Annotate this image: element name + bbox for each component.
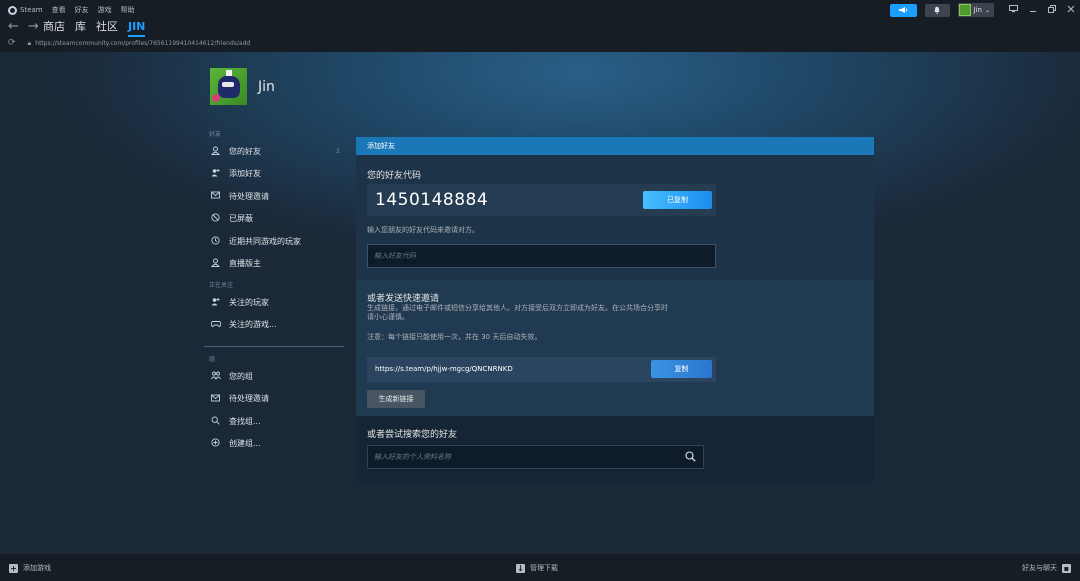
gamepad-icon (210, 320, 221, 330)
friend-code-title: 您的好友代码 (367, 171, 422, 181)
main-content: Jin 好友 您的好友 2 添加好友 待处理邀请 已屏蔽 近期共同游戏的玩家 直… (0, 52, 1080, 553)
title-bar-controls: Jin ⌄ (889, 0, 1080, 20)
sidebar-item-add-friend[interactable]: 添加好友 (204, 163, 344, 186)
user-avatar-small (958, 4, 971, 16)
sidebar-item-find-groups[interactable]: 查找组... (204, 410, 344, 433)
restore-icon[interactable] (1042, 4, 1061, 16)
download-icon: ↓ (516, 563, 525, 573)
friend-code-box: 1450148884 已复制 (367, 184, 716, 216)
search-friends-section: 或者尝试搜索您的好友 输入好友的个人资料名称 (356, 416, 874, 482)
forward-arrow-icon[interactable]: → (28, 20, 39, 33)
announcement-icon (899, 7, 908, 13)
generate-link-button[interactable]: 生成新链接 (367, 390, 425, 408)
page-url[interactable]: https://steamcommunity.com/profiles/7656… (35, 40, 250, 47)
sidebar-divider (204, 346, 344, 347)
friends-chat-button[interactable]: 好友与聊天 ▪ (1022, 563, 1071, 573)
friend-code-input[interactable]: 输入好友代码 (367, 244, 716, 268)
menu-view[interactable]: 查看 (52, 5, 66, 15)
invite-link-value[interactable]: https://s.team/p/hjjw-mgcg/QNCNRNKD (375, 365, 513, 373)
quick-invite-desc-line2: 请小心谨慎。 (367, 313, 409, 321)
panel-header: 添加好友 (356, 137, 874, 155)
group-icon (210, 371, 221, 382)
chevron-down-icon: ⌄ (984, 6, 990, 14)
navigation-bar: ← → 商店 库 社区 JIN ⟳ 🔒︎ https://steamcommun… (0, 20, 1080, 52)
plus-icon: + (9, 563, 18, 573)
invite-link-box: https://s.team/p/hjjw-mgcg/QNCNRNKD 复制 (367, 357, 716, 382)
title-bar: Steam 查看 好友 游戏 帮助 Jin ⌄ (0, 0, 1080, 20)
sidebar-item-your-groups[interactable]: 您的组 (204, 365, 344, 388)
menu-help[interactable]: 帮助 (121, 5, 135, 15)
profile-header: Jin (210, 68, 275, 105)
close-icon[interactable] (1061, 5, 1080, 16)
sidebar-item-blocked[interactable]: 已屏蔽 (204, 208, 344, 231)
sidebar-item-your-friends[interactable]: 您的好友 2 (204, 140, 344, 163)
notifications-button[interactable] (924, 3, 950, 17)
friend-code-section: 您的好友代码 1450148884 已复制 输入您朋友的好友代码来邀请对方。 输… (356, 155, 874, 280)
announcement-button[interactable] (889, 3, 917, 17)
friend-code-hint: 输入您朋友的好友代码来邀请对方。 (367, 226, 479, 234)
lock-icon: 🔒︎ (27, 38, 32, 47)
sidebar-item-followed-players[interactable]: 关注的玩家 (204, 291, 344, 314)
friends-count: 2 (336, 147, 340, 155)
search-icon (210, 416, 221, 427)
monitor-icon[interactable] (1004, 4, 1023, 16)
chat-icon: ▪ (1062, 563, 1071, 573)
add-game-button[interactable]: + 添加游戏 (9, 563, 51, 573)
menu-friends[interactable]: 好友 (75, 5, 89, 15)
bell-icon (934, 6, 941, 14)
nav-community[interactable]: 社区 (96, 20, 118, 37)
quick-invite-note: 注意：每个链接只能使用一次，并在 30 天后自动失效。 (367, 333, 542, 341)
add-friend-panel: 添加好友 您的好友代码 1450148884 已复制 输入您朋友的好友代码来邀请… (356, 137, 874, 482)
menu-bar: Steam 查看 好友 游戏 帮助 (0, 5, 144, 15)
friends-sidebar: 好友 您的好友 2 添加好友 待处理邀请 已屏蔽 近期共同游戏的玩家 直播版主 … (204, 130, 344, 455)
profile-name[interactable]: Jin (258, 79, 275, 95)
reload-icon[interactable]: ⟳ (8, 38, 16, 48)
copied-button[interactable]: 已复制 (643, 191, 712, 209)
envelope-icon (210, 191, 221, 201)
nav-links: 商店 库 社区 JIN (43, 20, 155, 37)
quick-invite-desc-line1: 生成链接，通过电子邮件或短信分享给其他人。对方接受后双方立即成为好友。在公共场合… (367, 304, 668, 312)
menu-games[interactable]: 游戏 (98, 5, 112, 15)
bottom-bar: + 添加游戏 ↓ 管理下载 好友与聊天 ▪ (0, 553, 1080, 581)
url-row: ⟳ 🔒︎ https://steamcommunity.com/profiles… (8, 38, 250, 48)
back-arrow-icon[interactable]: ← (8, 20, 19, 33)
sidebar-item-group-invites[interactable]: 待处理邀请 (204, 388, 344, 411)
sidebar-item-create-group[interactable]: 创建组... (204, 433, 344, 456)
minimize-icon[interactable] (1023, 5, 1042, 16)
user-name: Jin (973, 6, 982, 14)
add-person-icon (210, 297, 221, 308)
quick-invite-section: 或者发送快速邀请 生成链接，通过电子邮件或短信分享给其他人。对方接受后双方立即成… (356, 280, 874, 416)
sidebar-header-groups: 组 (209, 356, 216, 363)
sidebar-header-following: 正在关注 (209, 282, 234, 289)
nav-library[interactable]: 库 (75, 20, 86, 37)
person-icon (210, 146, 221, 157)
manage-downloads-button[interactable]: ↓ 管理下载 (516, 563, 558, 573)
copy-link-button[interactable]: 复制 (651, 360, 712, 378)
avatar[interactable] (210, 68, 247, 105)
search-friends-title: 或者尝试搜索您的好友 (367, 430, 458, 440)
sidebar-header-friends: 好友 (209, 131, 222, 138)
sidebar-item-broadcast-moderators[interactable]: 直播版主 (204, 253, 344, 276)
blocked-icon (210, 213, 221, 224)
envelope-icon (210, 394, 221, 404)
menu-steam[interactable]: Steam (8, 5, 43, 15)
steam-logo-icon (8, 5, 17, 15)
nav-arrows: ← → (8, 20, 48, 33)
sidebar-item-followed-games[interactable]: 关注的游戏... (204, 314, 344, 337)
nav-store[interactable]: 商店 (43, 20, 65, 37)
search-friends-input[interactable]: 输入好友的个人资料名称 (367, 445, 704, 469)
clock-icon (210, 236, 221, 247)
sidebar-item-recently-played-with[interactable]: 近期共同游戏的玩家 (204, 230, 344, 253)
add-person-icon (210, 168, 221, 179)
search-icon[interactable] (685, 451, 696, 462)
quick-invite-title: 或者发送快速邀请 (367, 294, 440, 304)
nav-profile[interactable]: JIN (128, 20, 146, 37)
plus-circle-icon (210, 438, 221, 449)
person-icon (210, 258, 221, 269)
friend-code-value[interactable]: 1450148884 (375, 190, 488, 210)
sidebar-item-pending-invites[interactable]: 待处理邀请 (204, 185, 344, 208)
user-menu-button[interactable]: Jin ⌄ (957, 3, 994, 17)
